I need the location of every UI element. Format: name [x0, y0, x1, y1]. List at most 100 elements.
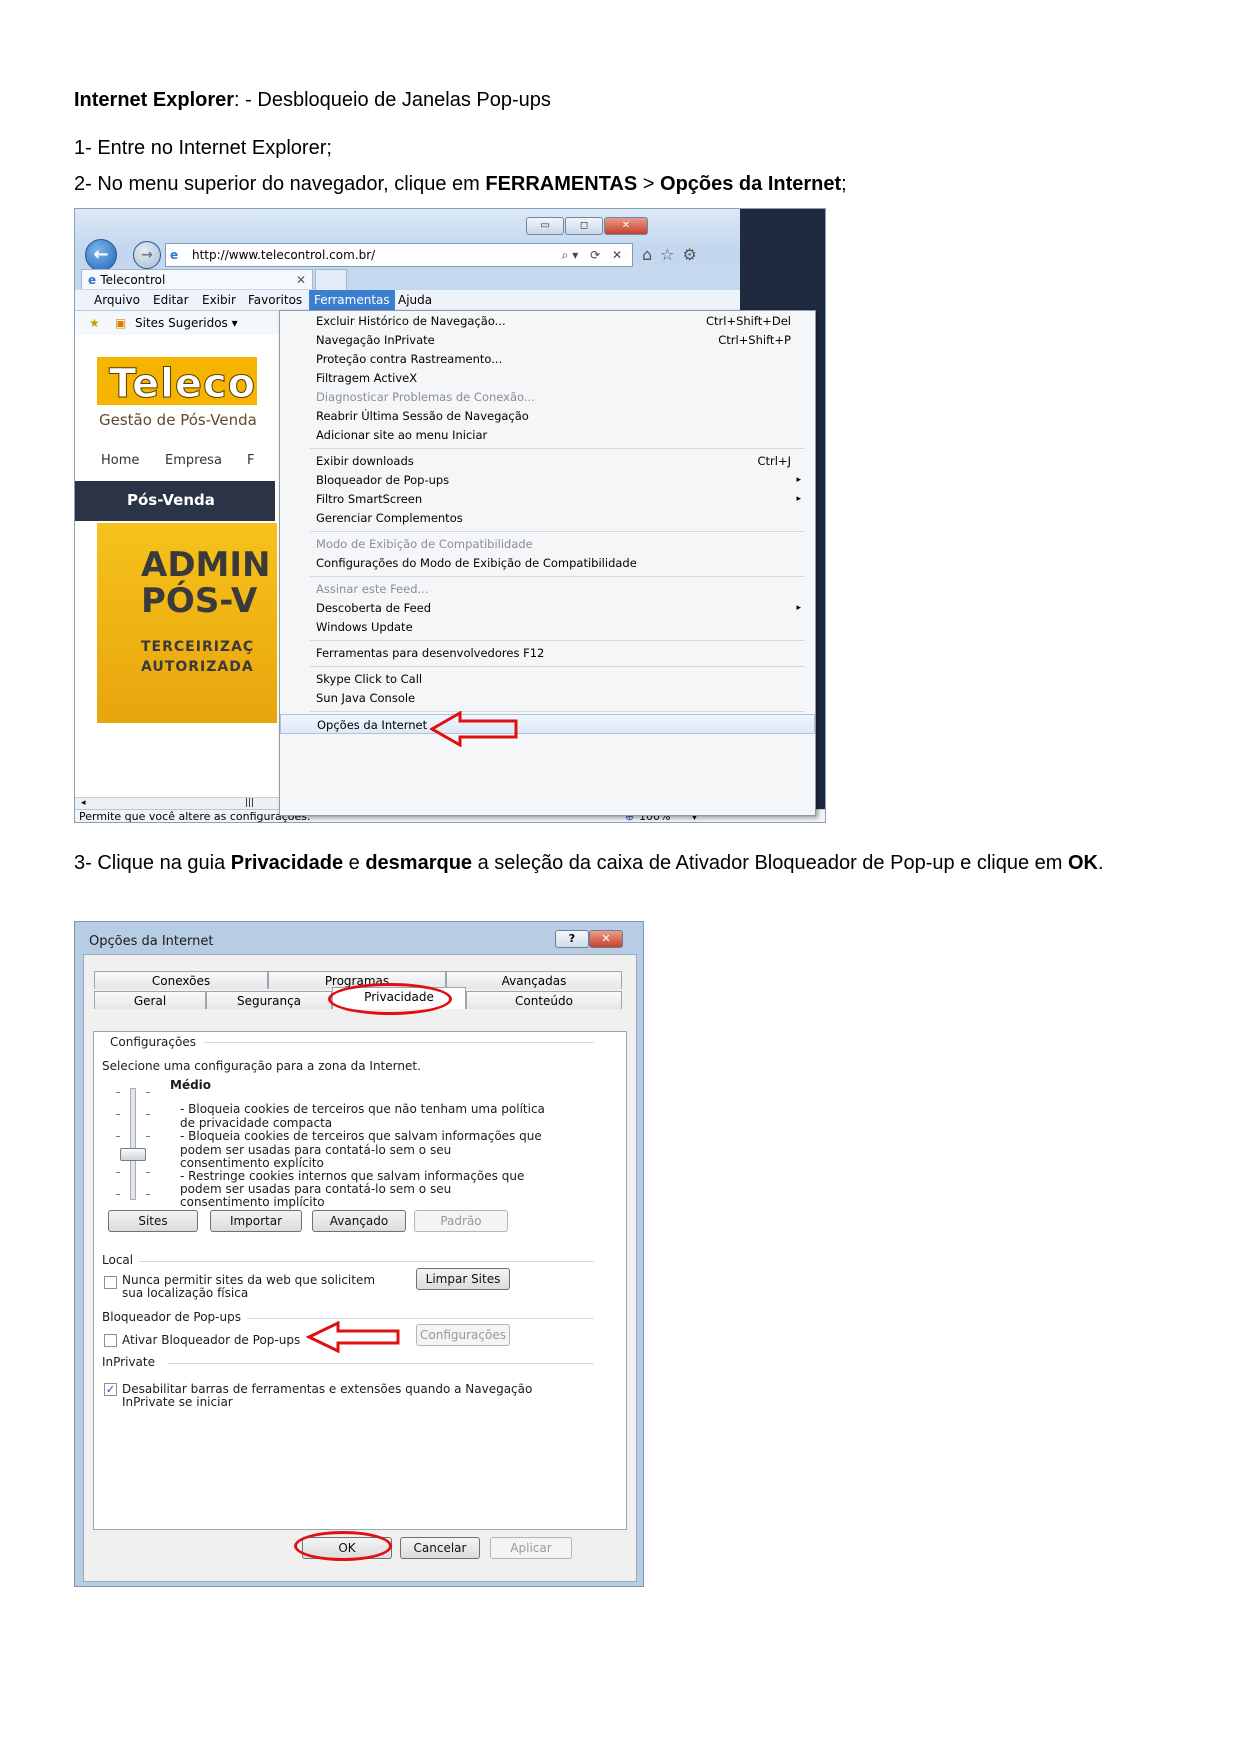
- tools-item-complementos[interactable]: Gerenciar Complementos: [280, 508, 815, 528]
- tools-item-f12[interactable]: Ferramentas para desenvolvedores F12: [280, 643, 815, 663]
- importar-button[interactable]: Importar: [210, 1210, 302, 1232]
- new-tab-button[interactable]: [315, 269, 347, 290]
- location-text-1: Nunca permitir sites da web que solicite…: [122, 1273, 376, 1287]
- address-url: http://www.telecontrol.com.br/: [192, 248, 376, 262]
- tools-item-label: Filtro SmartScreen: [316, 492, 423, 506]
- close-icon[interactable]: ✕: [604, 217, 648, 235]
- back-arrow-icon[interactable]: ←: [85, 239, 117, 271]
- tab-seguranca[interactable]: Segurança: [206, 991, 332, 1009]
- tools-item-compat-config[interactable]: Configurações do Modo de Exibição de Com…: [280, 553, 815, 573]
- tools-item-adicionar[interactable]: Adicionar site ao menu Iniciar: [280, 425, 815, 445]
- tools-item-shortcut: Ctrl+J: [757, 454, 792, 468]
- tools-item-label: Sun Java Console: [316, 691, 416, 705]
- padrao-button: Padrão: [414, 1210, 508, 1232]
- web-nav-home[interactable]: Home: [101, 453, 139, 468]
- scroll-left-icon[interactable]: ◂: [81, 798, 86, 808]
- tools-item-label: Opções da Internet: [317, 718, 428, 732]
- step-2-opcoes: Opções da Internet: [660, 173, 842, 195]
- privacy-slider-thumb[interactable]: [120, 1148, 146, 1161]
- location-checkbox[interactable]: [104, 1276, 117, 1289]
- local-label: Local: [102, 1253, 140, 1267]
- tab-title: Telecontrol: [100, 273, 166, 287]
- window-controls: ▭ ◻ ✕: [526, 217, 648, 235]
- inprivate-checkbox[interactable]: ✓: [104, 1383, 117, 1396]
- step-3: 3- Clique na guia Privacidade e desmarqu…: [74, 852, 1104, 875]
- group-line: [204, 1042, 594, 1043]
- tab-geral[interactable]: Geral: [94, 991, 206, 1009]
- submenu-arrow-icon: ▸: [796, 475, 801, 485]
- menu-arquivo[interactable]: Arquivo: [89, 290, 145, 310]
- menu-editar[interactable]: Editar: [148, 290, 194, 310]
- tools-item-smartscreen[interactable]: Filtro SmartScreen ▸: [280, 489, 815, 509]
- cancelar-button[interactable]: Cancelar: [400, 1537, 480, 1559]
- tools-item-downloads[interactable]: Exibir downloads Ctrl+J: [280, 451, 815, 471]
- desc-line: - Restringe cookies internos que salvam …: [180, 1169, 525, 1183]
- tools-item-internet-options[interactable]: Opções da Internet: [280, 714, 815, 734]
- avancado-button[interactable]: Avançado: [312, 1210, 406, 1232]
- step-1: 1- Entre no Internet Explorer;: [74, 137, 332, 159]
- tools-item-feed-discovery[interactable]: Descoberta de Feed ▸: [280, 598, 815, 618]
- popup-blocker-checkbox[interactable]: [104, 1334, 117, 1347]
- address-bar[interactable]: e http://www.telecontrol.com.br/ ⌕▾ ⟳ ✕: [165, 243, 633, 267]
- maximize-icon[interactable]: ◻: [565, 217, 603, 235]
- slider-tick: [146, 1136, 150, 1137]
- tools-item-rastreamento[interactable]: Proteção contra Rastreamento...: [280, 349, 815, 369]
- tools-item-excluir[interactable]: Excluir Histórico de Navegação... Ctrl+Sh…: [280, 311, 815, 331]
- favorites-star-icon[interactable]: ★: [89, 311, 100, 335]
- help-icon[interactable]: ?: [555, 930, 589, 948]
- tab-conteudo[interactable]: Conteúdo: [466, 991, 622, 1009]
- menu-ajuda[interactable]: Ajuda: [393, 290, 437, 310]
- address-tools-icons[interactable]: ⌕▾ ⟳ ✕: [562, 244, 626, 266]
- tools-item-windows-update[interactable]: Windows Update: [280, 617, 815, 637]
- gear-icon[interactable]: ⚙: [683, 245, 705, 264]
- web-nav-f[interactable]: F: [247, 453, 254, 468]
- menu-favoritos[interactable]: Favoritos: [243, 290, 307, 310]
- tools-item-popup-blocker[interactable]: Bloqueador de Pop-ups ▸: [280, 470, 815, 490]
- doc-title-bold: Internet Explorer: [74, 89, 235, 111]
- tab-ie-icon: e: [88, 273, 101, 287]
- tools-item-label: Filtragem ActiveX: [316, 371, 418, 385]
- desc-line: - Bloqueia cookies de terceiros que salv…: [180, 1129, 542, 1143]
- tab-avancadas[interactable]: Avançadas: [446, 971, 622, 989]
- minimize-icon[interactable]: ▭: [526, 217, 564, 235]
- dialog-close-icon[interactable]: ✕: [589, 930, 623, 948]
- step-2-text-e: ;: [841, 173, 847, 195]
- slider-tick: [146, 1092, 150, 1093]
- slider-tick: [116, 1092, 120, 1093]
- star-icon[interactable]: ☆: [660, 245, 682, 264]
- menu-separator: [310, 531, 805, 532]
- tools-item-reabrir[interactable]: Reabrir Última Sessão de Navegação: [280, 406, 815, 426]
- toolbar-icons[interactable]: ⌂☆⚙: [642, 245, 705, 264]
- tools-item-inprivate[interactable]: Navegação InPrivate Ctrl+Shift+P: [280, 330, 815, 350]
- menu-separator: [310, 640, 805, 641]
- sites-button[interactable]: Sites: [108, 1210, 198, 1232]
- limpar-sites-button[interactable]: Limpar Sites: [416, 1268, 510, 1290]
- tools-item-label: Exibir downloads: [316, 454, 414, 468]
- tools-item-compat-mode: Modo de Exibição de Compatibilidade: [280, 534, 815, 554]
- web-nav-empresa[interactable]: Empresa: [165, 453, 222, 468]
- tools-item-label: Proteção contra Rastreamento...: [316, 352, 503, 366]
- menu-ferramentas[interactable]: Ferramentas: [309, 290, 395, 310]
- browser-tab[interactable]: e Telecontrol ✕: [81, 269, 313, 289]
- group-line: [134, 1261, 594, 1262]
- tools-item-label: Excluir Histórico de Navegação...: [316, 314, 506, 328]
- tools-item-skype[interactable]: Skype Click to Call: [280, 669, 815, 689]
- step-2-ferramentas: FERRAMENTAS: [485, 173, 638, 195]
- config-label: Configurações: [110, 1035, 202, 1049]
- submenu-arrow-icon: ▸: [796, 494, 801, 504]
- tools-item-activex[interactable]: Filtragem ActiveX: [280, 368, 815, 388]
- menu-exibir[interactable]: Exibir: [197, 290, 241, 310]
- privacy-slider-track[interactable]: [130, 1088, 136, 1200]
- step-2-text-c: >: [637, 173, 661, 195]
- tab-conexoes[interactable]: Conexões: [94, 971, 268, 989]
- red-ellipse-privacidade: [328, 983, 452, 1015]
- tools-item-java[interactable]: Sun Java Console: [280, 688, 815, 708]
- home-icon[interactable]: ⌂: [642, 245, 660, 264]
- web-pos-venda[interactable]: Pós-Venda: [127, 491, 215, 509]
- suggested-sites-label[interactable]: Sites Sugeridos ▾: [135, 311, 238, 335]
- tab-close-icon[interactable]: ✕: [296, 270, 306, 290]
- forward-arrow-icon[interactable]: →: [133, 241, 161, 269]
- privacy-panel: Configurações Selecione uma configuração…: [93, 1031, 627, 1530]
- tools-item-label: Skype Click to Call: [316, 672, 423, 686]
- red-arrow-icon: [306, 1320, 400, 1354]
